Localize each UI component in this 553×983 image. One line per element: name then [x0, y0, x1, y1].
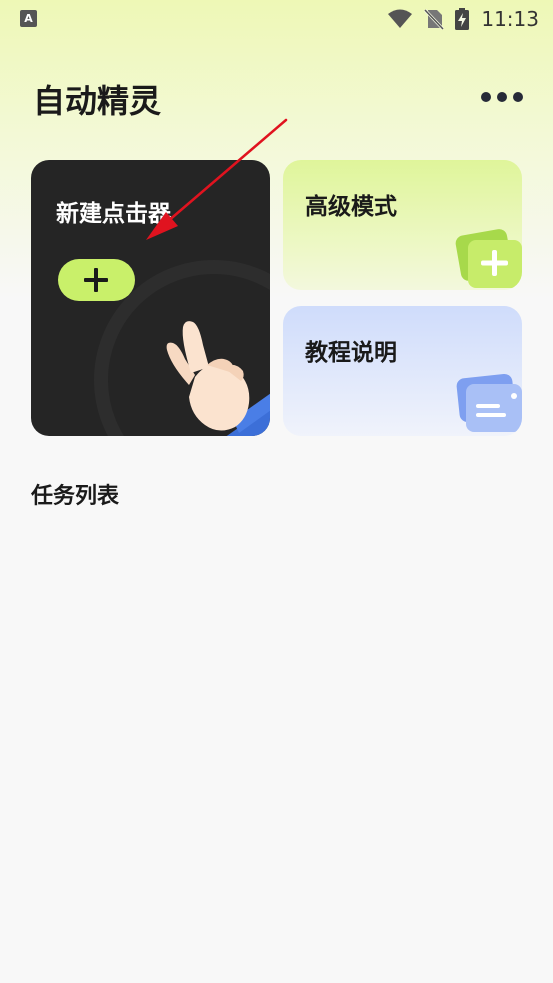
advanced-mode-card[interactable]: 高级模式	[283, 160, 522, 290]
page-title: 自动精灵	[33, 82, 162, 120]
document-icon	[456, 373, 522, 432]
dot-icon	[513, 92, 523, 102]
status-icons: 11:13	[387, 6, 539, 32]
plus-icon	[84, 268, 108, 292]
add-template-icon	[455, 229, 522, 288]
more-options-button[interactable]	[481, 88, 523, 106]
new-clicker-title: 新建点击器	[56, 201, 171, 227]
pointing-hand-icon	[166, 321, 270, 436]
dot-icon	[497, 92, 507, 102]
notification-app-icon: A	[20, 10, 37, 27]
wifi-icon	[388, 9, 413, 28]
tutorial-card[interactable]: 教程说明	[283, 306, 522, 436]
task-list-title: 任务列表	[31, 484, 120, 509]
battery-charging-icon	[455, 8, 470, 30]
new-clicker-card[interactable]: 新建点击器	[31, 160, 270, 436]
dot-icon	[481, 92, 491, 102]
advanced-mode-title: 高级模式	[305, 194, 397, 220]
clock: 11:13	[481, 7, 539, 31]
no-sim-icon	[424, 8, 445, 30]
status-bar: A 11:13	[0, 0, 553, 40]
tutorial-title: 教程说明	[305, 340, 397, 366]
add-clicker-button[interactable]	[58, 259, 135, 301]
